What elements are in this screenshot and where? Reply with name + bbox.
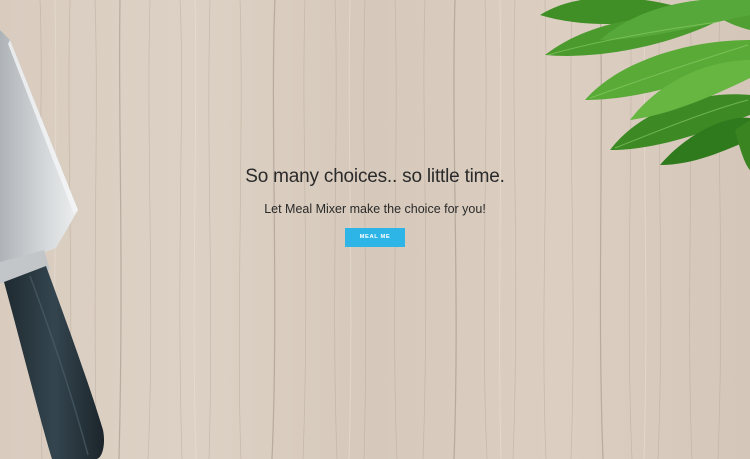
meal-me-button[interactable]: MEAL ME xyxy=(345,228,405,247)
hero-headline: So many choices.. so little time. xyxy=(245,166,505,187)
hero-subline: Let Meal Mixer make the choice for you! xyxy=(264,202,486,216)
landing-page: So many choices.. so little time. Let Me… xyxy=(0,0,750,459)
hero-section: So many choices.. so little time. Let Me… xyxy=(0,164,750,247)
